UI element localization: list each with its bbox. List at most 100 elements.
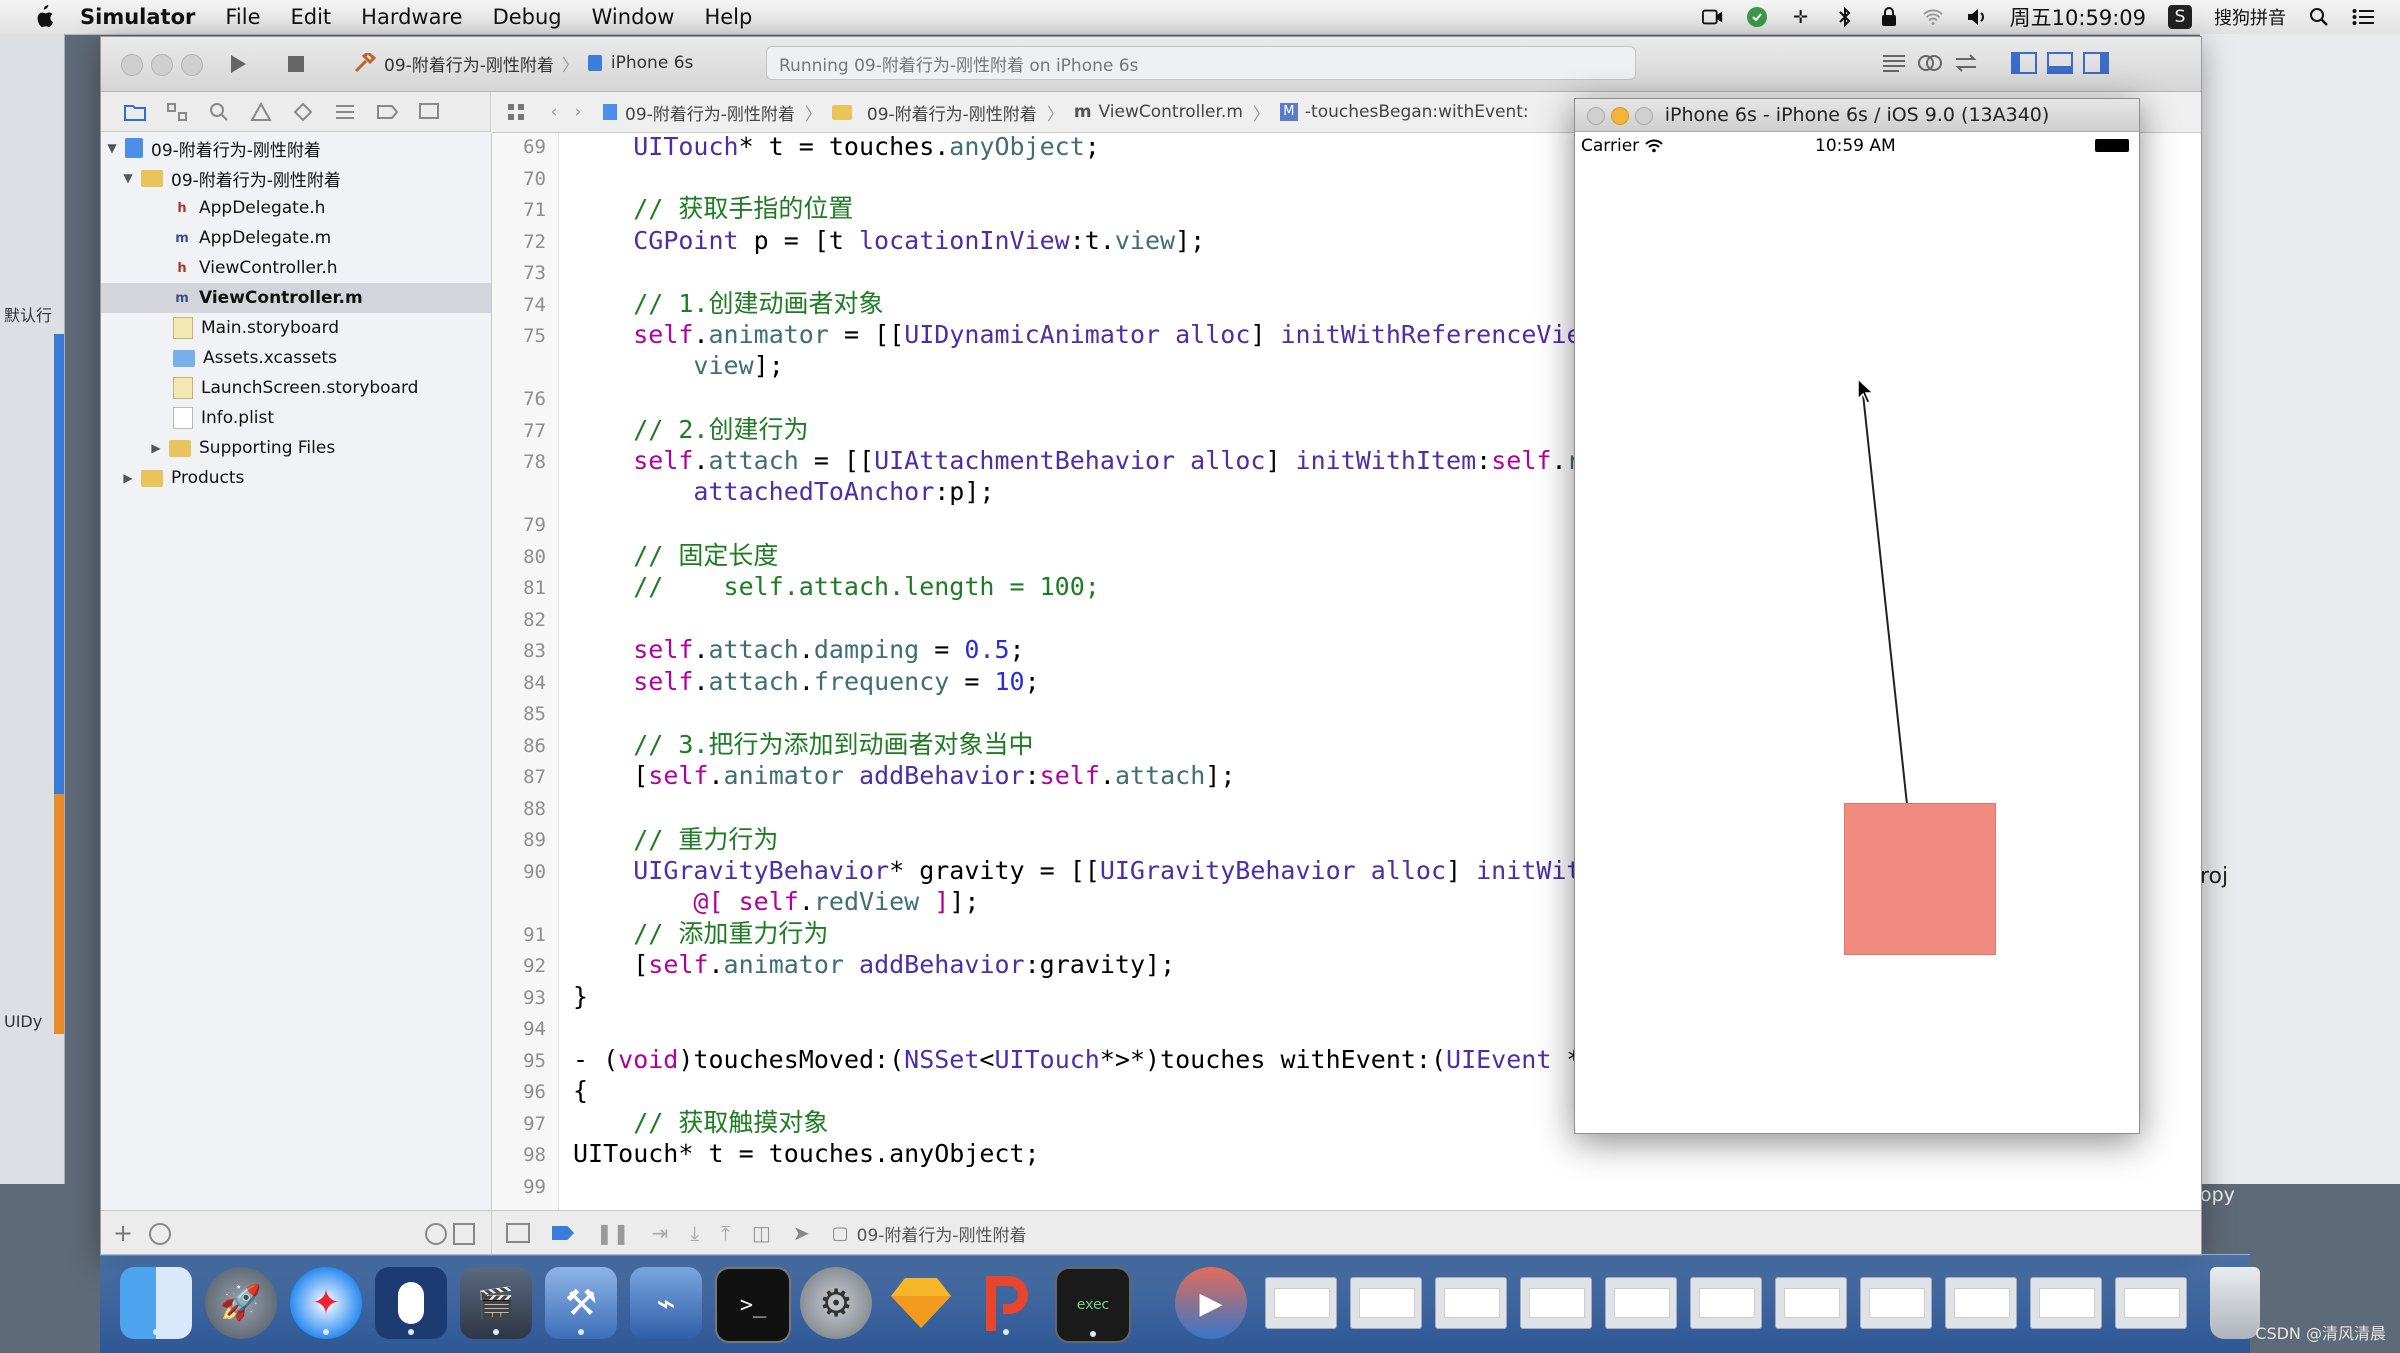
zoom-window-button[interactable] [181,54,203,76]
terminal-icon[interactable]: >_ [715,1267,791,1343]
navigator-group-row[interactable]: ▶ Supporting Files [101,433,491,463]
toggle-utilities-icon[interactable] [2079,49,2113,77]
instruments-icon[interactable]: ⌁ [630,1267,702,1339]
step-in-icon[interactable]: ⤓ [690,1221,699,1245]
issue-navigator-icon[interactable] [249,100,273,124]
lock-icon[interactable] [1878,6,1900,28]
test-navigator-icon[interactable] [291,100,315,124]
menu-simulator[interactable]: Simulator [80,5,195,29]
toggle-navigator-icon[interactable] [2007,49,2041,77]
navigator-project-row[interactable]: ▼ 09-附着行为-刚性附着 [101,133,491,163]
navigator-file-row[interactable]: h ViewController.h [101,253,491,283]
step-out-icon[interactable]: ⤒ [721,1221,730,1245]
project-navigator-icon[interactable] [123,100,147,124]
stop-button[interactable] [281,49,311,79]
standard-editor-icon[interactable] [1877,49,1911,77]
version-editor-icon[interactable] [1949,49,1983,77]
navigator-file-row[interactable]: Main.storyboard [101,313,491,343]
navigator-group-row[interactable]: ▼ 09-附着行为-刚性附着 [101,163,491,193]
minimized-window-thumbnail[interactable] [1350,1277,1422,1329]
minimized-window-thumbnail[interactable] [2030,1277,2102,1329]
disclosure-open-icon[interactable]: ▼ [105,141,119,155]
launchpad-icon[interactable]: 🚀 [205,1267,277,1339]
xcode-icon[interactable]: ⚒ [545,1267,617,1339]
wifi-icon[interactable] [1922,6,1944,28]
find-navigator-icon[interactable] [207,100,231,124]
minimized-window-thumbnail[interactable] [1860,1277,1932,1329]
run-button[interactable] [223,49,253,79]
hide-debug-area-icon[interactable] [506,1223,530,1243]
minimize-window-button[interactable] [151,54,173,76]
minimized-window-thumbnail[interactable] [2115,1277,2187,1329]
navigator-file-row-selected[interactable]: m ViewController.m [101,283,491,313]
forward-arrow-icon[interactable]: › [566,100,590,124]
screen-recorder-icon[interactable]: ▶ [1175,1267,1247,1339]
status-app-icon[interactable] [1746,6,1768,28]
menu-edit[interactable]: Edit [291,5,332,29]
navigator-file-row[interactable]: m AppDelegate.m [101,223,491,253]
disclosure-closed-icon[interactable]: ▶ [121,471,135,485]
jump-bar-project[interactable]: 09-附着行为-刚性附着 [602,100,795,125]
trash-icon[interactable] [2210,1267,2260,1339]
jump-bar-method[interactable]: M -touchesBegan:withEvent: [1279,102,1529,122]
minimized-window-thumbnail[interactable] [1605,1277,1677,1329]
menubar-clock[interactable]: 周五10:59:09 [2010,2,2146,32]
debug-navigator-icon[interactable] [333,100,357,124]
minimized-window-thumbnail[interactable] [1265,1277,1337,1329]
menu-help[interactable]: Help [704,5,752,29]
report-navigator-icon[interactable] [417,100,441,124]
step-over-icon[interactable]: ⇥ [652,1221,669,1245]
filter-icon[interactable] [149,1223,171,1245]
back-arrow-icon[interactable]: ‹ [542,100,566,124]
breakpoint-navigator-icon[interactable] [375,100,399,124]
sogou-ime-icon[interactable]: S [2168,5,2192,29]
photo-booth-icon[interactable]: 🎬 [460,1267,532,1339]
navigator-file-row[interactable]: Assets.xcassets [101,343,491,373]
breakpoints-toggle-icon[interactable] [552,1226,574,1240]
toggle-debug-area-icon[interactable] [2043,49,2077,77]
related-items-icon[interactable] [504,100,528,124]
bluetooth-icon[interactable] [1834,6,1856,28]
recent-files-icon[interactable] [425,1223,447,1245]
jump-bar-group[interactable]: 09-附着行为-刚性附着 [831,100,1037,125]
notification-center-icon[interactable] [2352,6,2374,28]
navigator-file-row[interactable]: LaunchScreen.storyboard [101,373,491,403]
input-method-label[interactable]: 搜狗拼音 [2214,4,2286,30]
minimized-window-thumbnail[interactable] [1435,1277,1507,1329]
add-file-icon[interactable]: + [113,1219,133,1247]
red-view[interactable] [1844,803,1996,955]
minimized-window-thumbnail[interactable] [1775,1277,1847,1329]
volume-icon[interactable] [1966,6,1988,28]
move-icon[interactable]: ✛ [1790,6,1812,28]
menu-window[interactable]: Window [592,5,675,29]
console-icon[interactable]: exec [1055,1267,1131,1343]
sketch-icon[interactable] [885,1267,957,1339]
close-window-button[interactable] [121,54,143,76]
apple-menu-icon[interactable] [32,5,54,29]
scm-filter-icon[interactable] [453,1223,475,1245]
minimized-window-thumbnail[interactable] [1690,1277,1762,1329]
paw-app-icon[interactable] [970,1267,1042,1339]
finder-icon[interactable] [120,1267,192,1339]
disclosure-closed-icon[interactable]: ▶ [149,441,163,455]
navigator-file-row[interactable]: Info.plist [101,403,491,433]
menu-debug[interactable]: Debug [493,5,562,29]
jump-bar-file[interactable]: m ViewController.m [1074,102,1243,122]
symbol-navigator-icon[interactable] [165,100,189,124]
menu-hardware[interactable]: Hardware [361,5,462,29]
system-preferences-icon[interactable]: ⚙ [800,1267,872,1339]
navigator-group-row[interactable]: ▶ Products [101,463,491,493]
spotlight-search-icon[interactable] [2308,6,2330,28]
view-debugger-icon[interactable]: ◫ [752,1221,771,1245]
screen-record-icon[interactable] [1701,6,1724,28]
navigator-file-row[interactable]: h AppDelegate.h [101,193,491,223]
minimized-window-thumbnail[interactable] [1520,1277,1592,1329]
disclosure-open-icon[interactable]: ▼ [121,171,135,185]
pause-icon[interactable]: ❚❚ [596,1221,630,1245]
minimized-window-thumbnail[interactable] [1945,1277,2017,1329]
scheme-selector[interactable]: 09-附着行为-刚性附着 〉 iPhone 6s [354,48,693,78]
assistant-editor-icon[interactable] [1913,49,1947,77]
safari-icon[interactable]: ✦ [290,1267,362,1339]
location-icon[interactable]: ➤ [793,1221,810,1245]
mouse-app-icon[interactable] [375,1267,447,1339]
